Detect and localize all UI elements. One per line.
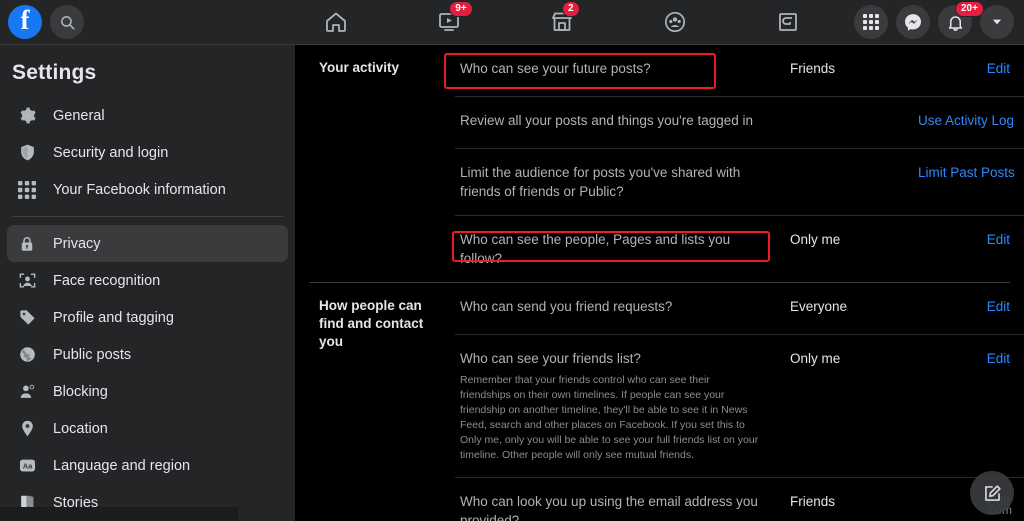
- use-activity-log-link[interactable]: Use Activity Log: [918, 111, 1014, 130]
- svg-text:Aa: Aa: [22, 461, 32, 470]
- sidebar-item-label: Profile and tagging: [53, 309, 174, 326]
- page-title: Settings: [12, 61, 97, 84]
- sidebar-item-label: General: [53, 107, 105, 124]
- settings-sidebar: Settings General Security and login Your…: [0, 45, 295, 521]
- sidebar-item-blocking[interactable]: Blocking: [7, 373, 288, 410]
- sidebar-item-label: Location: [53, 420, 108, 437]
- setting-row-email-lookup[interactable]: Who can look you up using the email addr…: [455, 478, 1024, 521]
- marketplace-badge: 2: [561, 1, 580, 17]
- sidebar-item-your-facebook-information[interactable]: Your Facebook information: [7, 171, 288, 208]
- nav-home-icon[interactable]: [308, 2, 364, 42]
- setting-value: Only me: [790, 232, 841, 247]
- top-navigation-bar: f 9+ 2 20+: [0, 0, 1024, 45]
- setting-question: Limit the audience for posts you've shar…: [460, 165, 741, 199]
- edit-link[interactable]: Edit: [918, 297, 1010, 316]
- setting-row-follow-visibility[interactable]: Who can see the people, Pages and lists …: [455, 216, 1024, 282]
- topbar-nav-group: 9+ 2: [280, 0, 854, 44]
- setting-value: Everyone: [790, 299, 848, 314]
- setting-row-friends-list[interactable]: Who can see your friends list? Remember …: [455, 335, 1024, 478]
- gear-icon: [17, 106, 37, 126]
- sidebar-item-label: Language and region: [53, 457, 191, 474]
- setting-row-review-posts[interactable]: Review all your posts and things you're …: [455, 97, 1024, 149]
- sidebar-item-security-and-login[interactable]: Security and login: [7, 134, 288, 171]
- setting-question: Who can look you up using the email addr…: [460, 494, 758, 521]
- sidebar-item-location[interactable]: Location: [7, 410, 288, 447]
- sidebar-item-language-and-region[interactable]: Aa Language and region: [7, 447, 288, 484]
- topbar-left-group: f: [0, 5, 280, 39]
- globe-icon: [17, 345, 37, 365]
- sidebar-item-label: Privacy: [53, 235, 101, 252]
- nav-watch-icon[interactable]: 9+: [421, 1, 477, 42]
- topbar-right-group: 20+: [854, 1, 1024, 39]
- question-text: Who can see your friends list?: [460, 351, 641, 366]
- setting-question: Who can see your friends list? Remember …: [460, 349, 760, 463]
- edit-link[interactable]: Edit: [918, 349, 1010, 368]
- setting-question: Who can see your future posts?: [460, 61, 651, 76]
- watch-badge: 9+: [449, 1, 473, 17]
- sidebar-item-label: Face recognition: [53, 272, 161, 289]
- tag-icon: [17, 308, 37, 328]
- setting-question: Review all your posts and things you're …: [460, 113, 753, 128]
- section-heading: Your activity: [319, 60, 400, 75]
- sidebar-item-label: Security and login: [53, 144, 169, 161]
- sidebar-divider: [12, 216, 283, 217]
- shield-icon: [17, 143, 37, 163]
- edit-link[interactable]: Edit: [918, 59, 1010, 78]
- setting-row-friend-requests[interactable]: Who can send you friend requests? Everyo…: [455, 283, 1024, 335]
- notifications-badge: 20+: [955, 1, 984, 17]
- grid-icon: [17, 180, 37, 200]
- setting-row-future-posts[interactable]: Who can see your future posts? Friends E…: [455, 45, 1024, 97]
- sidebar-item-label: Your Facebook information: [53, 181, 226, 198]
- sidebar-item-profile-and-tagging[interactable]: Profile and tagging: [7, 299, 288, 336]
- section-how-people-find-you: How people can find and contact you Who …: [295, 283, 1024, 521]
- section-rows: Who can see your future posts? Friends E…: [455, 45, 1024, 282]
- sidebar-item-public-posts[interactable]: Public posts: [7, 336, 288, 373]
- setting-question: Who can see the people, Pages and lists …: [460, 232, 731, 266]
- facebook-logo-icon[interactable]: f: [8, 5, 42, 39]
- question-help-text: Remember that your friends control who c…: [460, 374, 759, 461]
- nav-gaming-icon[interactable]: [760, 2, 816, 42]
- setting-value: Friends: [790, 61, 836, 76]
- sidebar-item-general[interactable]: General: [7, 97, 288, 134]
- nav-groups-icon[interactable]: [647, 2, 703, 42]
- section-heading: How people can find and contact you: [319, 298, 424, 349]
- search-icon[interactable]: [50, 5, 84, 39]
- grid-icon[interactable]: [854, 5, 888, 39]
- face-icon: [17, 271, 37, 291]
- setting-value: Friends: [790, 494, 836, 509]
- compose-icon[interactable]: [970, 471, 1014, 515]
- setting-value: Only me: [790, 351, 841, 366]
- sidebar-item-label: Public posts: [53, 346, 132, 363]
- sidebar-item-face-recognition[interactable]: Face recognition: [7, 262, 288, 299]
- nav-marketplace-icon[interactable]: 2: [534, 1, 590, 42]
- limit-past-posts-link[interactable]: Limit Past Posts: [918, 163, 1015, 182]
- privacy-settings-content: Your activity Who can see your future po…: [295, 45, 1024, 521]
- browser-status-bar: [0, 507, 238, 521]
- language-icon: Aa: [17, 456, 37, 476]
- chevron-down-icon[interactable]: [980, 5, 1014, 39]
- sidebar-item-label: Blocking: [53, 383, 108, 400]
- facebook-settings-page: f 9+ 2 20+ Settings General Security and…: [0, 0, 1024, 521]
- lock-icon: [17, 234, 37, 254]
- section-rows: Who can send you friend requests? Everyo…: [455, 283, 1024, 521]
- setting-question: Who can send you friend requests?: [460, 299, 673, 314]
- block-icon: [17, 382, 37, 402]
- setting-row-limit-audience[interactable]: Limit the audience for posts you've shar…: [455, 149, 1024, 216]
- edit-link[interactable]: Edit: [918, 230, 1010, 249]
- bell-icon[interactable]: 20+: [938, 1, 984, 39]
- pin-icon: [17, 419, 37, 439]
- messenger-icon[interactable]: [896, 5, 930, 39]
- section-your-activity: Your activity Who can see your future po…: [295, 45, 1024, 282]
- sidebar-item-privacy[interactable]: Privacy: [7, 225, 288, 262]
